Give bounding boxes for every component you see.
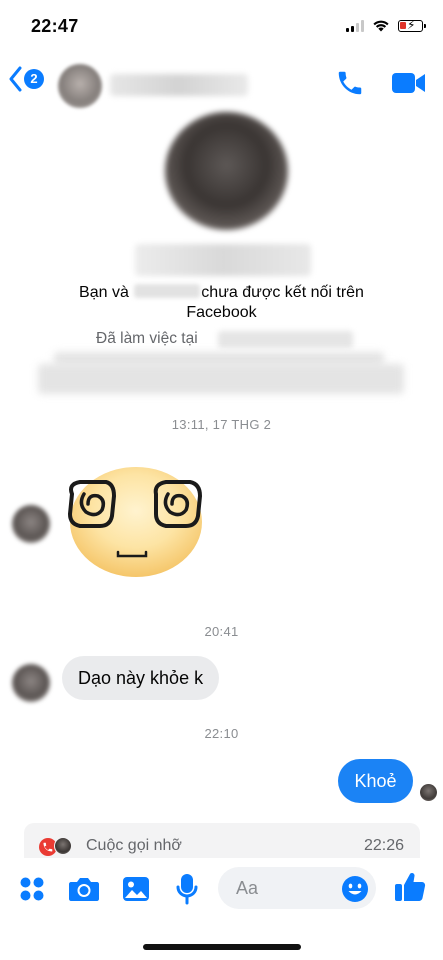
microphone-button[interactable] [176,873,198,910]
unread-badge: 2 [24,69,44,89]
phone-icon [338,71,362,95]
cellular-signal-icon [346,19,364,32]
profile-name [135,244,311,276]
contact-name[interactable] [110,74,248,96]
grid-menu-button[interactable] [19,876,45,907]
image-button[interactable] [122,876,150,907]
emoji-icon [342,876,368,902]
profile-photo[interactable] [165,112,288,230]
status-bar: 22:47 ⚡ [0,0,443,54]
dizzy-face-sticker[interactable] [62,464,208,580]
timestamp: 20:41 [204,624,239,639]
sender-avatar[interactable] [12,664,50,702]
like-button[interactable] [393,870,427,909]
redacted-workplace [218,331,353,348]
timestamp: 13:11, 17 THG 2 [171,417,272,432]
connection-suffix: chưa được kết nối trên [201,284,364,301]
grid-menu-icon [20,877,44,901]
microphone-icon [176,874,198,905]
battery-icon: ⚡ [398,18,426,32]
conversation-header: 2 [0,54,443,110]
missed-call-time: 22:26 [363,837,404,854]
connection-prefix: Bạn và [79,284,129,301]
voice-call-button[interactable] [335,68,365,103]
missed-call-label: Cuộc gọi nhỡ [86,837,182,854]
image-icon [123,877,149,901]
emoji-button[interactable] [341,875,369,908]
video-camera-icon [392,73,425,93]
camera-icon [69,878,99,901]
connection-status-text: Bạn và chưa được kết nối trên Facebook [0,283,443,323]
camera-button[interactable] [68,875,100,908]
status-time: 22:47 [31,16,79,36]
redacted-name [134,284,201,298]
connection-line2: Facebook [186,304,257,321]
contact-avatar[interactable] [58,64,102,108]
message-input-placeholder: Aa [236,878,259,898]
sender-avatar[interactable] [12,505,50,543]
back-button[interactable]: 2 [8,66,44,92]
chevron-left-icon [9,66,22,92]
dizzy-face-icon [67,467,203,577]
caller-avatar [54,837,72,855]
home-indicator [143,944,301,950]
timestamp: 22:10 [204,726,239,741]
redacted-info-row [38,364,404,394]
video-call-button[interactable] [391,70,427,101]
work-info: Đã làm việc tại [96,330,198,347]
message-composer: Aa [0,858,443,920]
outgoing-message-bubble[interactable]: Khoẻ [338,759,413,803]
incoming-message-bubble[interactable]: Dạo này khỏe k [62,656,220,700]
status-icons: ⚡ [346,18,426,32]
wifi-icon [373,20,389,32]
seen-indicator-avatar [420,784,437,801]
thumbs-up-icon [395,872,426,901]
